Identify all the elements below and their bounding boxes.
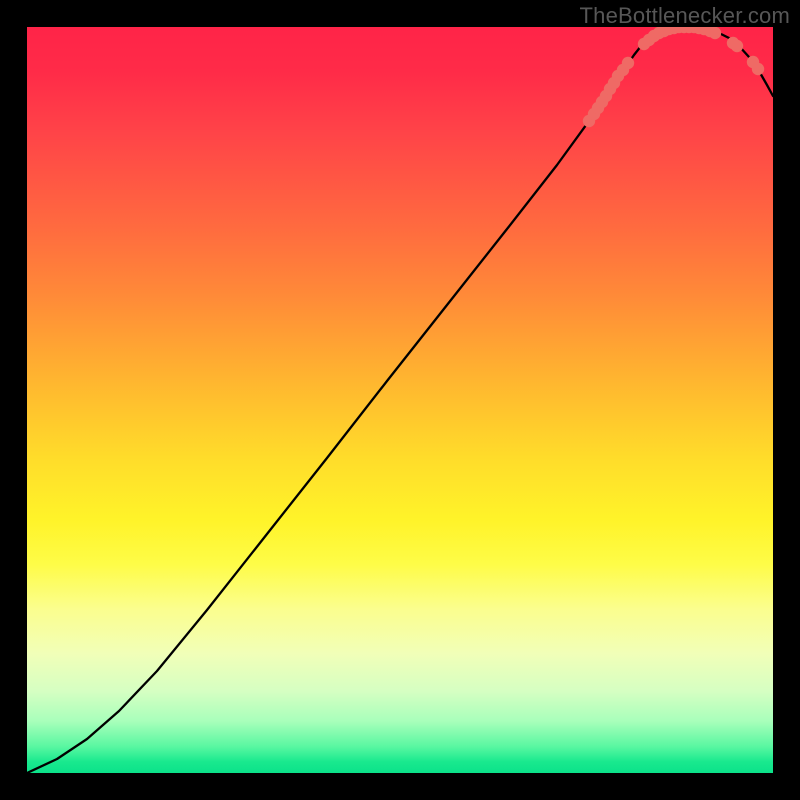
marker-dot (731, 40, 743, 52)
marker-dot (622, 57, 634, 69)
marker-dot (752, 63, 764, 75)
chart-stage: TheBottlenecker.com (0, 0, 800, 800)
chart-plot-area (27, 27, 773, 773)
watermark-text: TheBottlenecker.com (580, 3, 790, 29)
bottleneck-curve (27, 27, 773, 773)
chart-svg (27, 27, 773, 773)
bottleneck-markers (583, 27, 764, 127)
